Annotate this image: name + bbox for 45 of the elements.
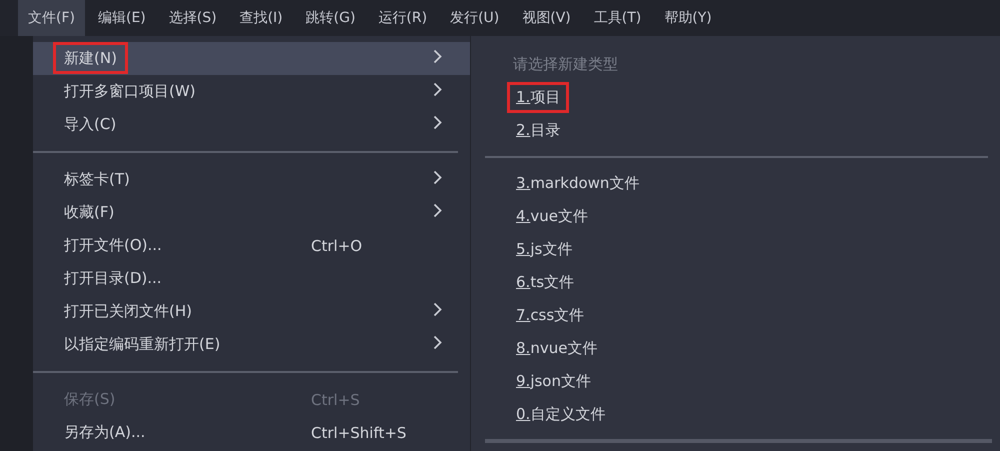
shortcut-label: Ctrl+Shift+S bbox=[311, 424, 406, 442]
submenu-item[interactable]: 5.js文件 bbox=[507, 234, 582, 265]
menu-item[interactable]: 新建(N) bbox=[33, 42, 470, 75]
menu-item-label: 打开目录(D)... bbox=[63, 268, 163, 289]
menu-bar-item[interactable]: 工具(T) bbox=[584, 0, 652, 36]
menu-bar-item[interactable]: 选择(S) bbox=[158, 0, 227, 36]
menu-item[interactable]: 打开已关闭文件(H) bbox=[33, 295, 470, 328]
submenu-heading: 请选择新建类型 bbox=[512, 55, 619, 74]
menu-bar-item[interactable]: 编辑(E) bbox=[88, 0, 156, 36]
submenu-item[interactable]: 1.项目 bbox=[507, 82, 570, 113]
menu-item[interactable]: 打开目录(D)... bbox=[33, 262, 470, 295]
menu-item-label: 标签卡(T) bbox=[63, 169, 131, 190]
menu-item-label: 打开已关闭文件(H) bbox=[63, 301, 193, 322]
submenu-item[interactable]: 6.ts文件 bbox=[507, 267, 584, 298]
menu-bar-item[interactable]: 查找(I) bbox=[230, 0, 293, 36]
menu-bar-item[interactable]: 视图(V) bbox=[512, 0, 581, 36]
submenu-item[interactable]: 2.目录 bbox=[507, 115, 570, 146]
shortcut-label: Ctrl+S bbox=[311, 390, 360, 408]
menu-item[interactable]: 另存为(A)... Ctrl+Shift+S bbox=[33, 416, 470, 449]
menu-item[interactable]: 打开多窗口项目(W) bbox=[33, 75, 470, 108]
menu-bar-item[interactable]: 运行(R) bbox=[368, 0, 438, 36]
menu-item-label: 另存为(A)... bbox=[63, 422, 146, 443]
menu-item-label: 导入(C) bbox=[63, 114, 118, 135]
menu-item-label: 打开多窗口项目(W) bbox=[63, 81, 197, 102]
menu-bar-item[interactable]: 发行(U) bbox=[440, 0, 510, 36]
menu-item-label: 新建(N) bbox=[53, 42, 128, 74]
shortcut-label: Ctrl+O bbox=[311, 236, 362, 254]
submenu-item[interactable]: 3.markdown文件 bbox=[507, 168, 648, 199]
menu-item-label: 保存(S) bbox=[63, 389, 116, 410]
menu-item-label: 打开文件(O)... bbox=[63, 235, 163, 256]
menu-item[interactable]: 导入(C) bbox=[33, 108, 470, 141]
menu-bar-item[interactable]: 帮助(Y) bbox=[654, 0, 722, 36]
menu-item[interactable]: 以指定编码重新打开(E) bbox=[33, 328, 470, 361]
menu-bar-item[interactable]: 跳转(G) bbox=[296, 0, 366, 36]
submenu-item[interactable]: 7.css文件 bbox=[507, 300, 594, 331]
submenu-item[interactable]: 0.自定义文件 bbox=[507, 399, 614, 430]
submenu-item[interactable]: 8.nvue文件 bbox=[507, 333, 606, 364]
submenu-item[interactable]: 4.vue文件 bbox=[507, 201, 597, 232]
menu-item[interactable]: 标签卡(T) bbox=[33, 163, 470, 196]
menu-item[interactable]: 打开文件(O)... Ctrl+O bbox=[33, 229, 470, 262]
menu-bar-item[interactable]: 文件(F) bbox=[18, 0, 85, 36]
menu-item-label: 收藏(F) bbox=[63, 202, 116, 223]
menu-item[interactable]: 收藏(F) bbox=[33, 196, 470, 229]
menu-item-label: 以指定编码重新打开(E) bbox=[63, 334, 222, 355]
submenu-item[interactable]: 9.json文件 bbox=[507, 366, 600, 397]
